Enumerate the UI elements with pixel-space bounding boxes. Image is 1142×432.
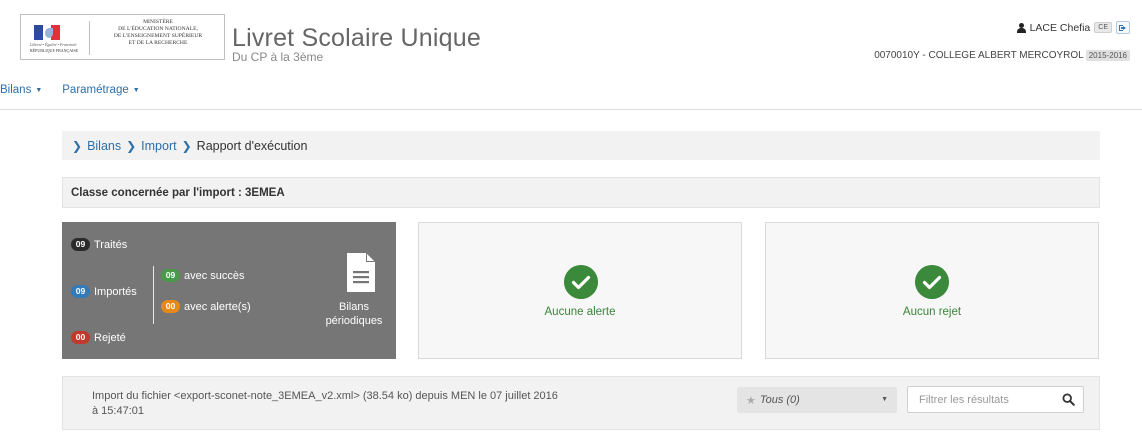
classe-label: Classe concernée par l'import : 3EMEA [71,186,285,199]
stat-importes: 09 Importés [71,285,137,298]
user-menu[interactable]: LACE Chefia CE [1016,21,1130,34]
star-icon: ★ [746,394,756,407]
app-header: Liberté • Égalité • Fraternité RÉPUBLIQU… [0,0,1142,110]
ministry-line: MINISTÈRE [143,19,173,25]
app-title: Livret Scolaire Unique [232,24,481,52]
bilans-periodiques-label: Bilans périodiques [325,301,383,327]
logout-icon[interactable] [1116,21,1130,34]
breadcrumb-bilans[interactable]: Bilans [87,139,121,153]
republic-label: RÉPUBLIQUE FRANÇAISE [30,48,79,53]
marianne-logo: Liberté • Égalité • Fraternité RÉPUBLIQU… [28,21,90,55]
stat-succes: 09 avec succès [161,269,245,282]
reject-card: Aucun rejet [765,222,1099,359]
school-year-badge: 2015-2016 [1085,50,1130,61]
chevron-right-icon: ❯ [126,138,137,153]
breadcrumb: ❯ Bilans ❯ Import ❯ Rapport d'exécution [62,131,1100,160]
nav-bilans-label: Bilans [0,84,32,96]
alertes-label: avec alerte(s) [184,300,251,313]
import-stats-panel: 09 Traités 09 Importés 09 avec succès 00… [62,222,396,359]
flag-icon [34,25,60,40]
breadcrumb-current: Rapport d'exécution [196,138,308,153]
chevron-right-icon: ❯ [181,138,192,153]
stat-rejete: 00 Rejeté [71,331,126,344]
user-icon [1016,22,1026,33]
breadcrumb-import[interactable]: Import [141,139,176,153]
nav-bilans[interactable]: Bilans ▼ [0,84,42,96]
check-circle-icon [915,265,949,299]
nav-parametrage-label: Paramétrage [62,84,129,96]
search-input[interactable] [908,387,1058,412]
reject-status-label: Aucun rejet [902,306,962,318]
alert-status-label: Aucune alerte [544,306,616,318]
succes-count: 09 [161,269,180,282]
alertes-count: 00 [161,300,180,313]
traites-label: Traités [94,238,128,251]
alert-card: Aucune alerte [418,222,742,359]
document-icon [347,253,375,292]
app-subtitle: Du CP à la 3ème [232,50,324,64]
search-field[interactable] [907,386,1084,413]
caret-down-icon: ▼ [132,86,140,94]
caret-down-icon: ▼ [881,396,888,403]
filter-value: Tous (0) [759,394,800,406]
divider [153,266,154,324]
traites-count: 09 [71,238,90,251]
stat-alertes: 00 avec alerte(s) [161,300,251,313]
ministry-line: DE L'ÉDUCATION NATIONALE, [118,26,198,32]
status-filter-select[interactable]: ★ Tous (0) ▼ [737,387,897,413]
import-info-bar: Import du fichier <export-sconet-note_3E… [62,376,1100,430]
republic-motto: Liberté • Égalité • Fraternité [30,42,77,47]
search-icon[interactable] [1062,393,1075,406]
rejete-count: 00 [71,331,90,344]
importes-label: Importés [94,285,137,298]
ministry-line: DE L'ENSEIGNEMENT SUPÉRIEUR [113,33,203,39]
user-name: LACE Chefia [1029,21,1091,34]
ministry-line: ET DE LA RECHERCHE [128,40,188,46]
ministry-name: MINISTÈRE DE L'ÉDUCATION NATIONALE, DE L… [93,19,223,47]
classe-header: Classe concernée par l'import : 3EMEA [62,177,1100,208]
caret-down-icon: ▼ [35,86,43,94]
school-info: 0070010Y - COLLEGE ALBERT MERCOYROL 2015… [874,50,1130,61]
nav-parametrage[interactable]: Paramétrage ▼ [62,84,139,96]
stat-traites: 09 Traités [71,238,127,251]
main-nav: Bilans ▼ Paramétrage ▼ [0,84,140,96]
rejete-label: Rejeté [94,331,126,344]
chevron-right-icon: ❯ [72,138,83,153]
role-badge: CE [1094,22,1112,33]
ministry-logo: Liberté • Égalité • Fraternité RÉPUBLIQU… [20,14,225,60]
check-circle-icon [564,265,598,299]
school-name: 0070010Y - COLLEGE ALBERT MERCOYROL [874,50,1084,61]
importes-count: 09 [71,285,90,298]
succes-label: avec succès [184,269,245,282]
import-description: Import du fichier <export-sconet-note_3E… [92,390,558,417]
